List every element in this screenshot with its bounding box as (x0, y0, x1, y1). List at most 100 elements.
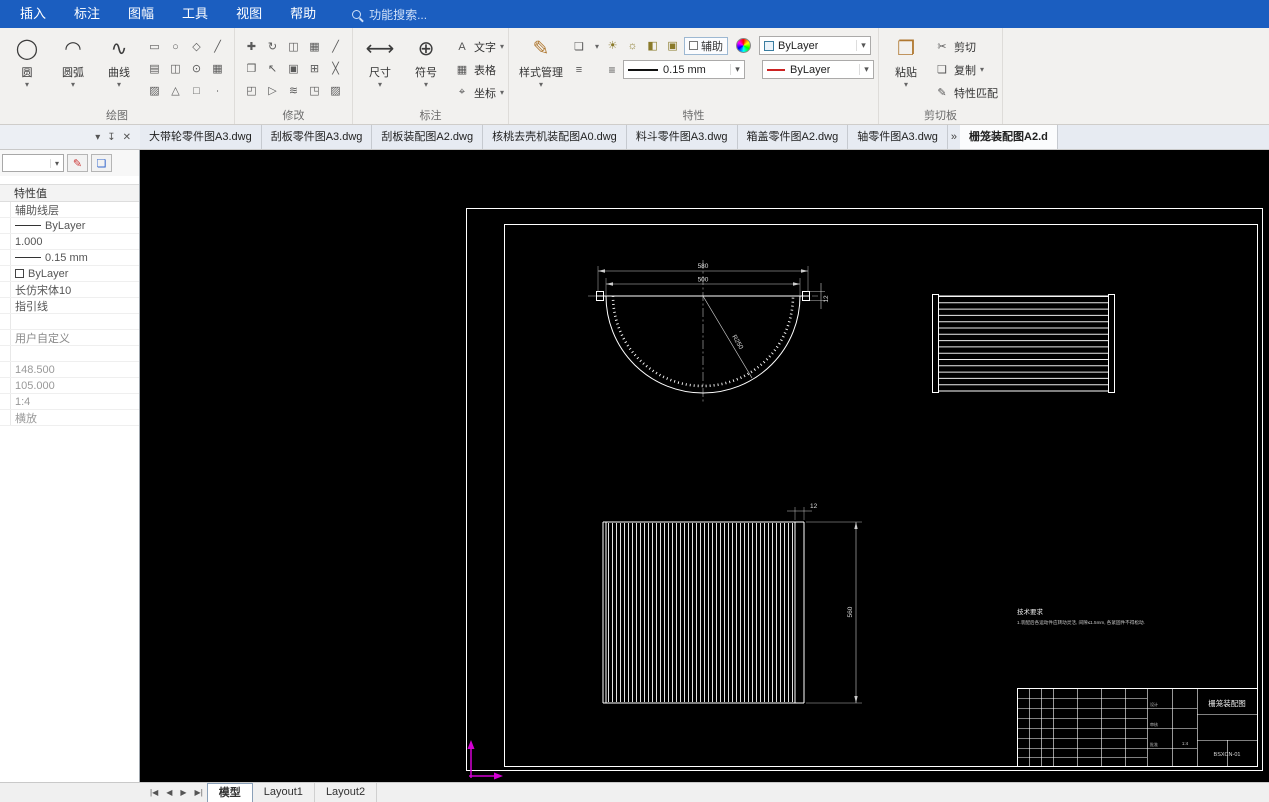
hatch-tool-icon[interactable]: ▤ (145, 59, 164, 78)
ellipse-tool-icon[interactable]: ○ (166, 37, 185, 56)
menu-insert[interactable]: 插入 (6, 0, 60, 28)
property-row-orientation[interactable]: 横放 (0, 410, 139, 426)
point-tool-icon[interactable]: ∙ (208, 81, 227, 100)
first-layout-button[interactable]: |◀ (146, 788, 162, 797)
join-tool-icon[interactable]: ▨ (326, 81, 345, 100)
menu-help[interactable]: 帮助 (276, 0, 330, 28)
palette-close-icon[interactable]: ✕ (123, 132, 131, 143)
paste-button[interactable]: ❐ 粘贴 ▾ (883, 31, 929, 89)
doc-tab[interactable]: 箱盖零件图A2.dwg (738, 125, 849, 149)
property-row-layer[interactable]: 辅助线层 (0, 202, 139, 218)
function-search[interactable]: 功能搜索... (352, 6, 427, 23)
scale-tool-icon[interactable]: ▣ (284, 59, 303, 78)
selection-filter-select[interactable]: ▾ (2, 154, 64, 172)
chevron-down-icon: ▾ (423, 80, 428, 89)
previous-layout-button[interactable]: ◀ (162, 788, 176, 797)
plot-style-button[interactable]: ❏ ▾ (571, 35, 599, 58)
move-tool-icon[interactable]: ✚ (242, 37, 261, 56)
property-row-height[interactable]: 105.000 (0, 378, 139, 394)
stretch-tool-icon[interactable]: ↖ (263, 59, 282, 78)
doc-tab[interactable]: 核桃去壳机装配图A0.dwg (483, 125, 627, 149)
color-wheel-icon[interactable] (736, 38, 752, 53)
table-tool-button[interactable]: ▦ 表格 (454, 58, 504, 81)
doc-tab[interactable]: 刮板装配图A2.dwg (372, 125, 484, 149)
erase-tool-icon[interactable]: ╳ (326, 59, 345, 78)
line-tool-icon[interactable]: ╱ (208, 37, 227, 56)
menu-tools[interactable]: 工具 (168, 0, 222, 28)
array-tool-icon[interactable]: ▦ (305, 37, 324, 56)
match-properties-button[interactable]: ✎ 特性匹配 (934, 81, 998, 104)
model-tab[interactable]: 模型 (206, 783, 253, 802)
doc-tab[interactable]: 料斗零件图A3.dwg (627, 125, 738, 149)
color-select[interactable]: ByLayer ▾ (762, 60, 875, 79)
search-placeholder: 功能搜索... (369, 7, 428, 22)
next-layout-button[interactable]: ▶ (176, 788, 190, 797)
layer-lock-icon[interactable]: ◧ (644, 37, 661, 54)
rotate-tool-icon[interactable]: ↻ (263, 37, 282, 56)
copy-button[interactable]: ❏ 复制 ▾ (934, 58, 998, 81)
property-row-leader[interactable]: 指引线 (0, 298, 139, 314)
region-tool-icon[interactable]: ◫ (166, 59, 185, 78)
drawing-canvas[interactable]: R250 580 500 12 12 560 技术要求 1.装配后各运动件应转动… (140, 150, 1269, 782)
property-row-lineweight[interactable]: 0.15 mm (0, 250, 139, 266)
linetype-list-icon[interactable]: ≡ (604, 63, 620, 77)
menu-sheet[interactable]: 图幅 (114, 0, 168, 28)
box-tool-icon[interactable]: □ (187, 81, 206, 100)
cad-drawing: R250 580 500 12 12 560 技术要求 1.装配后各运动件应转动… (466, 208, 1263, 780)
toggle-value-button[interactable]: ❏ (91, 154, 112, 172)
svg-text:500: 500 (698, 277, 709, 284)
coordinate-tool-button[interactable]: ⌖ 坐标 ▾ (454, 81, 504, 104)
style-manager-button[interactable]: ✎ 样式管理 ▾ (513, 31, 569, 89)
arc-tool-button[interactable]: ◠ 圆弧 ▾ (50, 31, 96, 89)
offset-tool-icon[interactable]: ⊞ (305, 59, 324, 78)
property-row-linetype-scale[interactable]: 1.000 (0, 234, 139, 250)
tab-overflow-icon[interactable]: » (948, 125, 960, 149)
layout2-tab[interactable]: Layout2 (315, 783, 378, 802)
rectangle-tool-icon[interactable]: ▭ (145, 37, 164, 56)
spline-tool-button[interactable]: ∿ 曲线 ▾ (96, 31, 142, 89)
palette-dropdown-icon[interactable]: ▾ (95, 132, 100, 143)
palette-pin-icon[interactable]: ↧ (107, 132, 115, 143)
layout1-tab[interactable]: Layout1 (253, 783, 315, 802)
fillet-tool-icon[interactable]: ◰ (242, 81, 261, 100)
circle-tool-button[interactable]: ◯ 圆 ▾ (4, 31, 50, 89)
chamfer-tool-icon[interactable]: ▷ (263, 81, 282, 100)
trim-tool-icon[interactable]: ╱ (326, 37, 345, 56)
property-row-scale[interactable]: 1:4 (0, 394, 139, 410)
copy-tool-icon[interactable]: ❐ (242, 59, 261, 78)
mirror-tool-icon[interactable]: ◫ (284, 37, 303, 56)
donut-tool-icon[interactable]: ⊙ (187, 59, 206, 78)
property-row-color[interactable]: ByLayer (0, 266, 139, 282)
layer-on-icon[interactable]: ☀ (604, 37, 621, 54)
doc-tab[interactable]: 刮板零件图A3.dwg (262, 125, 373, 149)
property-row-linetype[interactable]: ByLayer (0, 218, 139, 234)
doc-tab[interactable]: 大带轮零件图A3.dwg (140, 125, 262, 149)
gradient-tool-icon[interactable]: ▨ (145, 81, 164, 100)
text-tool-button[interactable]: A 文字 ▾ (454, 35, 504, 58)
property-row-width[interactable]: 148.500 (0, 362, 139, 378)
symbol-tool-button[interactable]: ⊕ 符号 ▾ (403, 31, 449, 89)
doc-tab[interactable]: 轴零件图A3.dwg (848, 125, 948, 149)
menu-view[interactable]: 视图 (222, 0, 276, 28)
doc-tab-active[interactable]: 栅笼装配图A2.d (960, 125, 1058, 149)
color-sample-icon (767, 68, 786, 71)
polygon-tool-icon[interactable]: ◇ (187, 37, 206, 56)
lineweight-select[interactable]: 0.15 mm ▾ (623, 60, 746, 79)
layer-plot-icon[interactable]: ▣ (664, 37, 681, 54)
property-row-textstyle[interactable]: 长仿宋体10 (0, 282, 139, 298)
menu-annotate[interactable]: 标注 (60, 0, 114, 28)
triangle-tool-icon[interactable]: △ (166, 81, 185, 100)
property-row-userdefined[interactable]: 用户自定义 (0, 330, 139, 346)
cut-button[interactable]: ✂ 剪切 (934, 35, 998, 58)
dimension-tool-button[interactable]: ⟷ 尺寸 ▾ (357, 31, 403, 89)
svg-text:批准: 批准 (1150, 741, 1158, 747)
explode-tool-icon[interactable]: ≋ (284, 81, 303, 100)
quick-select-button[interactable]: ✎ (67, 154, 88, 172)
layer-thaw-icon[interactable]: ☼ (624, 37, 641, 54)
last-layout-button[interactable]: ▶| (191, 788, 207, 797)
aux-layer-checkbox[interactable]: 辅助 (684, 36, 729, 55)
table-tool-icon[interactable]: ▦ (208, 59, 227, 78)
list-style-button[interactable]: ≡ (571, 58, 599, 81)
layer-select[interactable]: ByLayer ▾ (759, 36, 872, 55)
break-tool-icon[interactable]: ◳ (305, 81, 324, 100)
